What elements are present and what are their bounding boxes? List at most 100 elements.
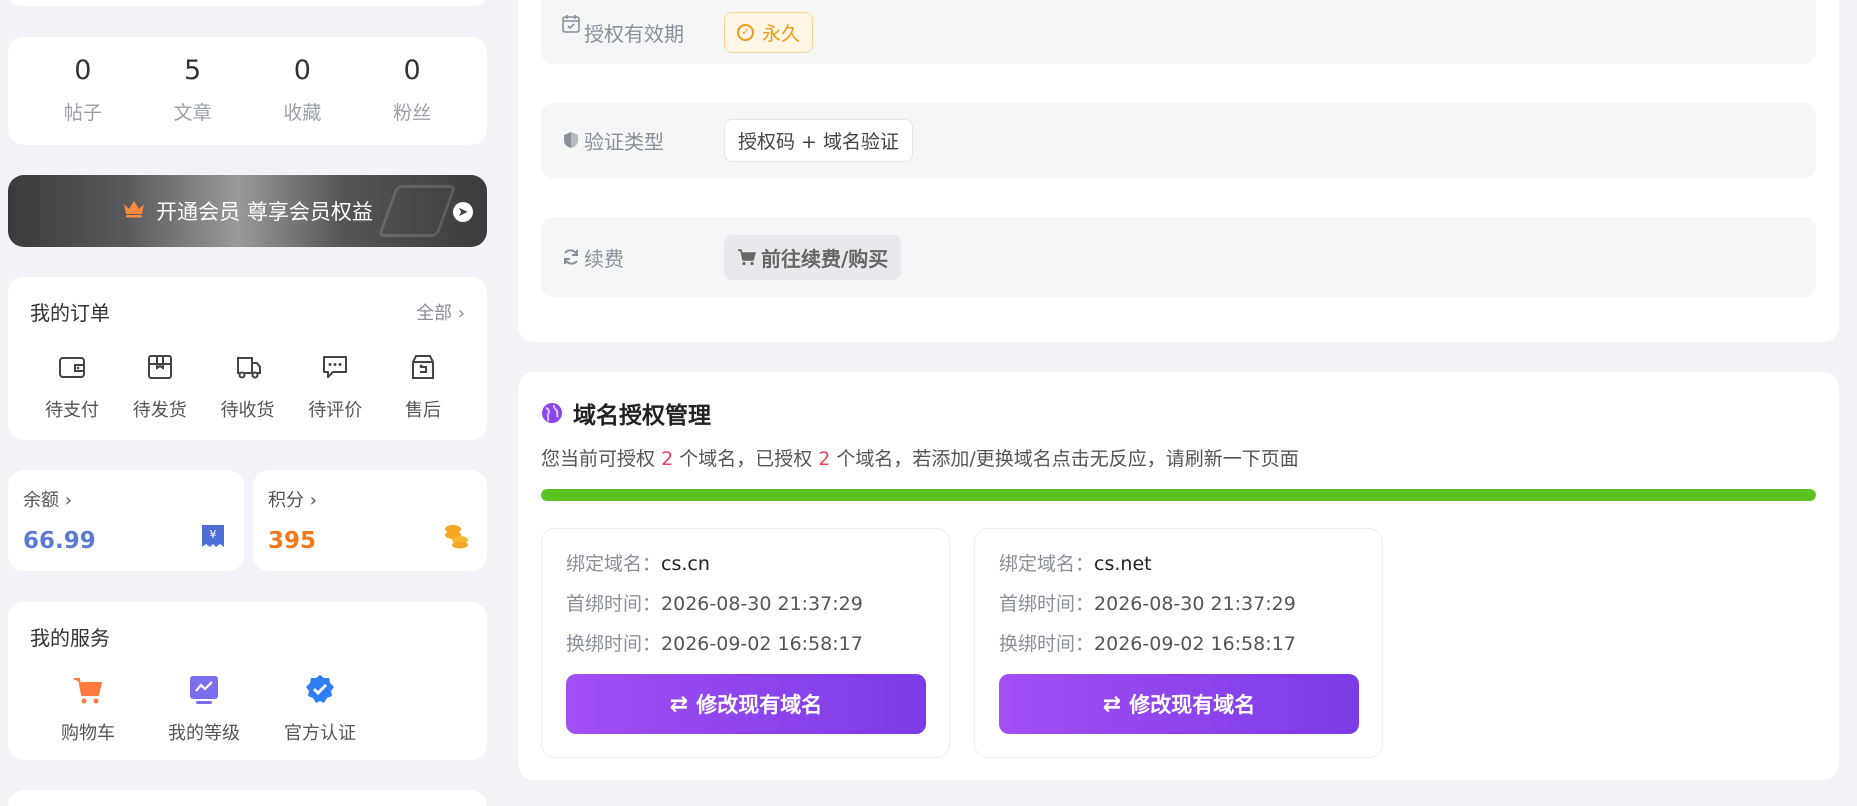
package-icon (147, 355, 172, 379)
level-icon (190, 676, 218, 704)
validity-label: 授权有效期 (584, 21, 684, 46)
comment-icon (323, 356, 348, 378)
orders-card: 我的订单 全部 › 待支付 待发货 待收货 待评价 售后 (8, 277, 487, 440)
bound-label: 绑定域名： (566, 553, 662, 575)
modify-button-label: 修改现有域名 (1129, 693, 1256, 717)
cart-icon (74, 678, 102, 704)
chevron-right-icon: › (309, 490, 317, 511)
check-circle-icon: ✓ (737, 23, 754, 41)
stat-value: 0 (403, 55, 421, 86)
crown-icon (122, 198, 146, 224)
stat-label: 帖子 (63, 102, 102, 124)
stat-label: 收藏 (283, 102, 322, 124)
user-stats: 0 帖子 5 文章 0 收藏 0 粉丝 (8, 37, 487, 145)
stat-value: 0 (74, 55, 92, 86)
order-pending-review[interactable]: 待评价 (295, 352, 375, 422)
svg-text:¥: ¥ (210, 528, 217, 541)
all-label: 全部 (416, 302, 453, 324)
services-card: 我的服务 购物车 我的等级 官方认证 (8, 602, 487, 760)
globe-icon (542, 403, 562, 423)
vip-banner[interactable]: 开通会员 尊享会员权益 ➤ (8, 175, 487, 247)
balance-label: 余额 (23, 490, 59, 511)
first-bind-time: 2026-08-30 21:37:29 (1094, 593, 1296, 615)
bound-domain: cs.net (1094, 553, 1152, 575)
modify-button-label: 修改现有域名 (696, 693, 823, 717)
service-level[interactable]: 我的等级 (146, 673, 262, 745)
stat-label: 粉丝 (393, 102, 432, 124)
order-pending-receipt[interactable]: 待收货 (208, 352, 288, 422)
vip-watermark (377, 185, 457, 237)
verify-label: 验证类型 (584, 130, 664, 154)
chevron-right-icon: › (64, 490, 72, 511)
points-value: 395 (268, 528, 317, 554)
domain-section-title: 域名授权管理 (541, 396, 711, 430)
modify-domain-button[interactable]: ⇄ 修改现有域名 (999, 674, 1359, 734)
chevron-right-icon: › (457, 302, 465, 324)
desc-suffix: 个域名，若添加/更换域名点击无反应，请刷新一下页面 (836, 448, 1299, 470)
points-card[interactable]: 积分 › 395 (253, 470, 487, 571)
desc-mid: 个域名，已授权 (679, 448, 813, 470)
used-count: 2 (818, 448, 831, 470)
services-title: 我的服务 (30, 626, 110, 650)
balance-card[interactable]: 余额 › 66.99 ¥ (8, 470, 244, 571)
top-card (8, 0, 487, 6)
order-label: 待支付 (45, 400, 99, 421)
wallet-icon (59, 357, 85, 378)
order-label: 售后 (405, 400, 441, 421)
service-label: 我的等级 (168, 723, 240, 744)
chevron-right-icon[interactable]: ➤ (453, 202, 473, 222)
points-label: 积分 (268, 490, 304, 511)
rebind-time: 2026-09-02 16:58:17 (1094, 633, 1296, 655)
desc-prefix: 您当前可授权 (541, 448, 656, 470)
license-validity-row: 授权有效期 ✓ 永久 (541, 0, 1816, 64)
bound-domain: cs.cn (661, 553, 710, 575)
order-label: 待收货 (220, 400, 275, 421)
service-label: 购物车 (61, 723, 115, 744)
rebind-label: 换绑时间： (566, 633, 662, 655)
after-sales-icon (412, 355, 434, 379)
progress-fill (541, 489, 1816, 501)
order-label: 待评价 (308, 400, 363, 421)
renew-label: 续费 (584, 246, 624, 271)
domain-item: 绑定域名：cs.cn 首绑时间：2026-08-30 21:37:29 换绑时间… (541, 528, 950, 758)
coins-icon (445, 525, 468, 549)
modify-domain-button[interactable]: ⇄ 修改现有域名 (566, 674, 926, 734)
verified-icon (306, 675, 334, 703)
domain-quota-text: 您当前可授权 2 个域名，已授权 2 个域名，若添加/更换域名点击无反应，请刷新… (541, 444, 1299, 471)
order-pending-shipment[interactable]: 待发货 (120, 352, 200, 422)
cart-icon (738, 249, 756, 266)
swap-icon: ⇄ (1102, 691, 1122, 717)
first-bind-time: 2026-08-30 21:37:29 (661, 593, 863, 615)
order-pending-payment[interactable]: 待支付 (32, 352, 112, 422)
balance-value: 66.99 (23, 528, 96, 554)
stat-value: 0 (293, 55, 311, 86)
domain-management-card: 域名授权管理 您当前可授权 2 个域名，已授权 2 个域名，若添加/更换域名点击… (518, 372, 1839, 780)
orders-all-link[interactable]: 全部 › (416, 299, 465, 325)
verify-value: 授权码 + 域名验证 (724, 119, 913, 162)
service-verified[interactable]: 官方认证 (262, 673, 378, 745)
first-bind-label: 首绑时间： (999, 593, 1095, 615)
license-info-card: 授权有效期 ✓ 永久 验证类型 授权码 + 域名验证 续费 前往续费/购买 (518, 0, 1839, 342)
verify-type-row: 验证类型 授权码 + 域名验证 (541, 103, 1816, 178)
stat-posts[interactable]: 0 帖子 (38, 57, 128, 125)
stat-favorites[interactable]: 0 收藏 (257, 57, 347, 125)
domain-item: 绑定域名：cs.net 首绑时间：2026-08-30 21:37:29 换绑时… (974, 528, 1383, 758)
order-after-sales[interactable]: 售后 (383, 352, 463, 422)
renew-button[interactable]: 前往续费/购买 (724, 234, 902, 280)
swap-icon: ⇄ (669, 691, 689, 717)
orders-title: 我的订单 (30, 301, 110, 325)
refresh-icon (564, 249, 578, 265)
first-bind-label: 首绑时间： (566, 593, 662, 615)
validity-badge: ✓ 永久 (724, 11, 814, 53)
stat-articles[interactable]: 5 文章 (148, 57, 238, 125)
service-cart[interactable]: 购物车 (30, 673, 146, 745)
validity-value: 永久 (762, 22, 801, 45)
yuan-voucher-icon: ¥ (202, 525, 224, 547)
renew-row: 续费 前往续费/购买 (541, 217, 1816, 297)
rebind-time: 2026-09-02 16:58:17 (661, 633, 863, 655)
vip-text: 开通会员 尊享会员权益 (156, 200, 373, 224)
domain-quota-progress (541, 489, 1816, 501)
calendar-icon (562, 15, 580, 33)
stat-fans[interactable]: 0 粉丝 (367, 57, 457, 125)
rebind-label: 换绑时间： (999, 633, 1095, 655)
